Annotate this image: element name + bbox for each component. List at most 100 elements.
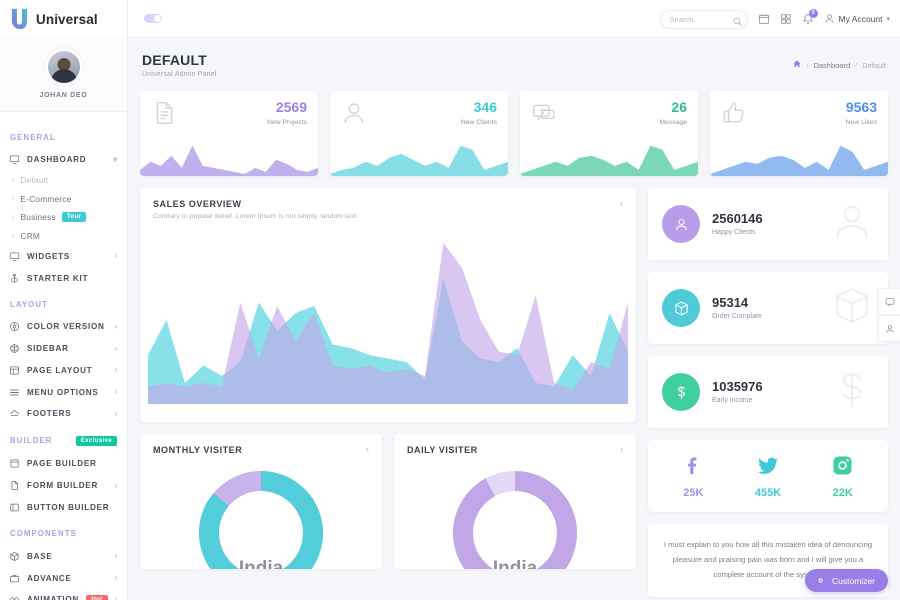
bell-icon[interactable]: 3 — [802, 13, 814, 25]
sidebar-caption-label: BUILDER — [10, 436, 52, 445]
sidebar-item-label: SIDEBAR — [27, 344, 108, 353]
profile-name: JOHAN DEO — [0, 92, 127, 99]
sidebar: Universal JOHAN DEO GENERAL DASHBOARD▾ › De… — [0, 0, 128, 600]
sidebar-item-label: PAGE LAYOUT — [27, 366, 108, 375]
sidebar-caption-components: COMPONENTS — [0, 518, 127, 545]
chevron-left-icon[interactable]: ‹ — [366, 445, 369, 454]
mini-card-label: Early income — [712, 397, 763, 404]
sidebar-item-sidebar[interactable]: SIDEBAR› — [0, 338, 127, 360]
admin-dashboard: Universal JOHAN DEO GENERAL DASHBOARD▾ › De… — [0, 0, 900, 600]
sidebar-subitem-default[interactable]: › Default — [0, 171, 127, 190]
breadcrumb-separator: / — [855, 61, 857, 70]
sidebar-item-label: FOOTERS — [27, 409, 108, 418]
infinity-icon — [9, 594, 20, 600]
sidebar-toggle[interactable] — [144, 14, 162, 23]
sidebar-caption-label: LAYOUT — [10, 300, 48, 309]
stat-card-new-likes[interactable]: 9563 New Likes — [710, 91, 888, 176]
visitor-donut-chart: India — [394, 466, 636, 569]
brand-name: Universal — [36, 12, 98, 27]
mini-card-early-income[interactable]: 1035976Early income — [648, 356, 888, 428]
chevron-right-icon: › — [115, 596, 118, 600]
gear-icon — [815, 575, 826, 586]
sidebar-item-button-builder[interactable]: BUTTON BUILDER — [0, 497, 127, 519]
sidebar-item-advance[interactable]: ADVANCE› — [0, 567, 127, 589]
sales-overview-chart — [140, 229, 636, 409]
profile-block[interactable]: JOHAN DEO — [0, 38, 127, 112]
avatar[interactable] — [45, 48, 83, 86]
social-stat-facebook[interactable]: 25K — [656, 454, 731, 499]
breadcrumb-dashboard[interactable]: Dashboard — [813, 61, 850, 70]
mini-card-order-complate[interactable]: 95314Order Complate — [648, 272, 888, 344]
sidebar-item-menu-options[interactable]: MENU OPTIONS› — [0, 381, 127, 403]
stat-label: Message — [659, 119, 687, 126]
mini-card-happy-clients[interactable]: 2560146Happy Clients — [648, 188, 888, 260]
sidebar-item-label: BASE — [27, 552, 108, 561]
stat-sparkline — [710, 138, 888, 176]
sidebar-caption-general: GENERAL — [0, 122, 127, 149]
social-stat-twitter[interactable]: 455K — [731, 454, 806, 499]
stat-sparkline — [330, 138, 508, 176]
sidebar-item-dashboard[interactable]: DASHBOARD▾ — [0, 149, 127, 171]
sidebar-subitem-e-commerce[interactable]: ›E-Commerce — [0, 189, 127, 208]
page-builder-icon — [9, 458, 20, 469]
sidebar-caption-label: GENERAL — [10, 133, 56, 142]
sidebar-item-color-version[interactable]: COLOR VERSION› — [0, 316, 127, 338]
stat-card-grid: 2569New Projects346New Clients 26 Message 9… — [140, 91, 888, 176]
sidebar-caption-builder: BUILDERExclusive — [0, 425, 127, 453]
breadcrumb: / Dashboard / Default — [793, 52, 886, 70]
stat-value: 9563 — [846, 100, 877, 114]
breadcrumb-default: Default — [862, 61, 886, 70]
sidebar-subitem-badge: Tour — [62, 212, 87, 222]
stat-value: 26 — [659, 100, 687, 114]
sidebar-subitem-label: Business — [21, 212, 56, 222]
chat-tab-icon[interactable] — [878, 288, 900, 315]
monitor-icon — [9, 154, 20, 165]
left-column: SALES OVERVIEW Contrary to popular belie… — [140, 188, 636, 569]
sidebar-item-starter-kit[interactable]: STARTER KIT — [0, 267, 127, 289]
breadcrumb-separator: / — [806, 61, 808, 70]
box-ghost-icon — [830, 284, 874, 333]
sidebar-subitem-business[interactable]: ›BusinessTour — [0, 208, 127, 227]
widgets-icon — [9, 251, 20, 262]
brand[interactable]: Universal — [0, 0, 127, 38]
stat-card-new-projects[interactable]: 2569New Projects — [140, 91, 318, 176]
sidebar-item-base[interactable]: BASE › — [0, 545, 127, 567]
chevron-right-icon: › — [115, 482, 118, 490]
apps-grid-icon[interactable] — [780, 13, 792, 25]
chevron-right-icon: › — [12, 195, 15, 202]
account-menu[interactable]: My Account ▾ — [824, 13, 890, 24]
stat-label: New Likes — [846, 119, 877, 126]
sidebar-subitem-label: Default — [21, 175, 49, 185]
stat-card-new-clients[interactable]: 346New Clients — [330, 91, 508, 176]
social-stat-value: 25K — [656, 487, 731, 499]
sidebar-item-footers[interactable]: FOOTERS› — [0, 403, 127, 425]
sidebar-item-form-builder[interactable]: FORM BUILDER› — [0, 475, 127, 497]
sidebar-subitem-crm[interactable]: ›CRM — [0, 227, 127, 246]
search-box[interactable] — [660, 9, 748, 29]
color-palette-icon — [9, 321, 20, 332]
calendar-icon[interactable] — [758, 13, 770, 25]
sidebar-item-widgets[interactable]: WIDGETS› — [0, 245, 127, 267]
home-icon[interactable] — [793, 60, 801, 70]
sidebar-item-label: PAGE BUILDER — [27, 459, 118, 468]
social-stat-instagram[interactable]: 22K — [805, 454, 880, 499]
sidebar-item-page-builder[interactable]: PAGE BUILDER — [0, 453, 127, 475]
sidebar-item-animation[interactable]: ANIMATIONHot› — [0, 589, 127, 600]
sidebar-item-page-layout[interactable]: PAGE LAYOUT› — [0, 359, 127, 381]
page-header: DEFAULT Universal Admin Panel / Dashboar… — [140, 38, 888, 91]
collapse-icon[interactable]: ‹ — [620, 199, 623, 208]
stat-sparkline — [520, 138, 698, 176]
stat-card-message[interactable]: 26 Message — [520, 91, 698, 176]
sidebar-item-label: STARTER KIT — [27, 274, 118, 283]
button-builder-icon — [9, 502, 20, 513]
chat-icon — [531, 100, 557, 131]
visitor-card-row: MONTHLY VISITER‹IndiaDAILY VISITER‹India — [140, 434, 636, 569]
chevron-right-icon: › — [12, 177, 15, 184]
chevron-left-icon[interactable]: ‹ — [620, 445, 623, 454]
user-icon — [824, 13, 835, 24]
chevron-right-icon: › — [115, 552, 118, 560]
person-tab-icon[interactable] — [878, 315, 900, 342]
customizer-button[interactable]: Customizer — [805, 569, 888, 592]
sidebar-caption-label: COMPONENTS — [10, 529, 77, 538]
document-icon — [151, 100, 177, 131]
